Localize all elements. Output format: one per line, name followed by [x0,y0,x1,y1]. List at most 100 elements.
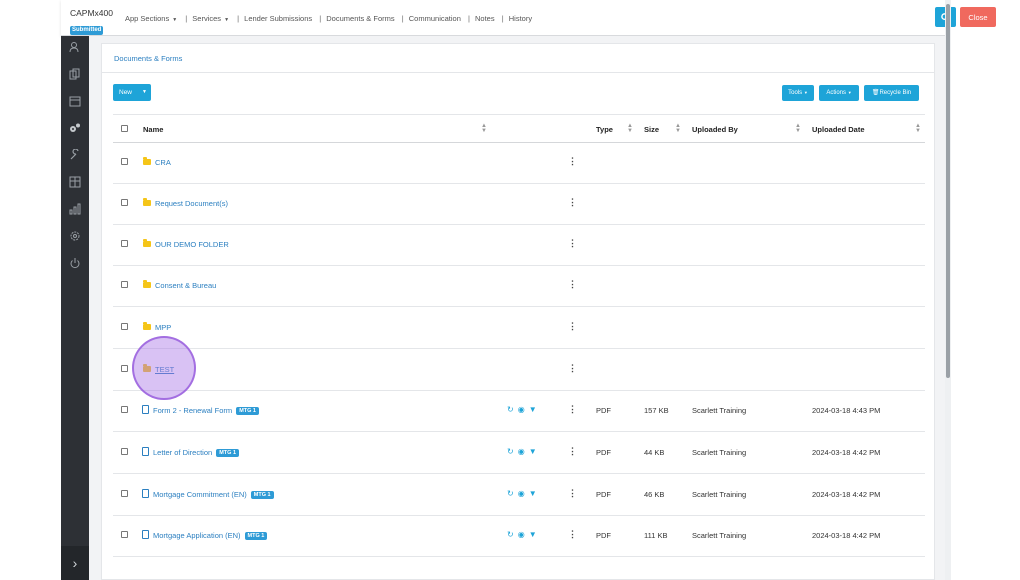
card-header: Documents & Forms [102,44,934,73]
table-row: Form 2 - Renewal Form MTG 1 ↻ ◉ ▼ ⋮ PDF 157… [113,391,925,432]
sort-icon[interactable]: ▲ ▼ [675,123,681,134]
row-checkbox[interactable] [121,281,128,288]
uploaded-date: 2024-03-18 4:42 PM [812,490,881,499]
folder-link[interactable]: MPP [155,323,171,332]
users-icon[interactable] [69,41,81,53]
folder-link[interactable]: CRA [155,158,171,167]
table-icon[interactable] [69,176,81,188]
mtg-badge: MTG 1 [236,407,259,415]
file-link[interactable]: Mortgage Commitment (EN) MTG 1 [153,490,274,499]
table-row: TEST ⋮ [113,350,925,391]
select-all-checkbox[interactable] [121,125,128,132]
header-size[interactable]: Size [644,125,659,134]
scrollbar[interactable] [945,0,951,580]
row-checkbox[interactable] [121,199,128,206]
download-icon[interactable]: ▼ [529,530,537,539]
refresh-icon[interactable]: ↻ [507,489,514,498]
actions-button[interactable]: Actions ▼ [819,85,859,101]
download-icon[interactable]: ▼ [529,447,537,456]
file-type: PDF [596,531,611,540]
close-button[interactable]: Close [960,7,996,27]
row-checkbox[interactable] [121,406,128,413]
file-link[interactable]: Mortgage Application (EN) MTG 1 [153,531,268,540]
eye-icon[interactable]: ◉ [518,489,525,498]
download-icon[interactable]: ▼ [529,405,537,414]
sort-icon[interactable]: ▲ ▼ [481,123,487,134]
more-options-icon[interactable]: ⋮ [568,321,577,332]
uploaded-date: 2024-03-18 4:42 PM [812,531,881,540]
more-options-icon[interactable]: ⋮ [568,529,577,540]
tools-button[interactable]: Tools ▼ [782,85,814,101]
mtg-badge: MTG 1 [244,532,268,540]
more-options-icon[interactable]: ⋮ [568,446,577,457]
gears-icon[interactable] [69,122,81,134]
eye-icon[interactable]: ◉ [518,447,525,456]
scrollbar-thumb[interactable] [946,4,950,378]
header-type[interactable]: Type [596,125,613,134]
file-icon [142,489,149,498]
sort-icon[interactable]: ▲ ▼ [915,123,921,134]
download-icon[interactable]: ▼ [529,489,537,498]
file-name: Form 2 - Renewal Form [153,406,233,415]
nav-services[interactable]: Services [192,14,221,23]
power-icon[interactable] [69,257,81,269]
refresh-icon[interactable]: ↻ [507,447,514,456]
mtg-badge: MTG 1 [216,449,240,457]
eye-icon[interactable]: ◉ [518,405,525,414]
table-row: CRA ⋮ [113,143,925,184]
more-options-icon[interactable]: ⋮ [568,279,577,290]
row-checkbox[interactable] [121,158,128,165]
recycle-bin-button[interactable]: 🗑Recycle Bin [864,85,919,101]
eye-icon[interactable]: ◉ [518,530,525,539]
row-checkbox[interactable] [121,531,128,538]
table-row: Mortgage Application (EN) MTG 1 ↻ ◉ ▼ ⋮ PDF… [113,516,925,557]
more-options-icon[interactable]: ⋮ [568,363,577,374]
sort-icon[interactable]: ▲ ▼ [627,123,633,134]
more-options-icon[interactable]: ⋮ [568,238,577,249]
nav-communication[interactable]: Communication [409,14,461,23]
app-brand[interactable]: CAPMx400 Submitted [70,8,113,36]
settings-icon[interactable] [69,230,81,242]
more-options-icon[interactable]: ⋮ [568,488,577,499]
row-checkbox[interactable] [121,240,128,247]
calendar-icon[interactable] [69,95,81,107]
nav-documents-forms[interactable]: Documents & Forms [326,14,394,23]
row-checkbox[interactable] [121,448,128,455]
chevron-right-icon[interactable]: › [61,546,89,580]
row-checkbox[interactable] [121,323,128,330]
folder-link[interactable]: Consent & Bureau [155,281,216,290]
row-checkbox[interactable] [121,490,128,497]
new-button-label: New [119,89,133,96]
header-name[interactable]: Name [143,125,163,134]
nav-history[interactable]: History [509,14,532,23]
folder-icon [143,280,151,288]
click-highlight [132,336,196,400]
folder-icon [143,198,151,206]
file-link[interactable]: Letter of Direction MTG 1 [153,448,240,457]
row-checkbox[interactable] [121,365,128,372]
nav-separator: | [237,14,240,23]
folder-link[interactable]: Request Document(s) [155,199,228,208]
header-uploaded-date[interactable]: Uploaded Date [812,125,865,134]
refresh-icon[interactable]: ↻ [507,530,514,539]
more-options-icon[interactable]: ⋮ [568,156,577,167]
sort-icon[interactable]: ▲ ▼ [795,123,801,134]
new-button[interactable]: New ▼ [113,84,151,101]
nav-app-sections[interactable]: App Sections [125,14,169,23]
refresh-icon[interactable]: ↻ [507,405,514,414]
header-uploaded-by[interactable]: Uploaded By [692,125,738,134]
file-link[interactable]: Form 2 - Renewal Form MTG 1 [153,406,259,415]
nav-lender-submissions[interactable]: Lender Submissions [244,14,312,23]
more-options-icon[interactable]: ⋮ [568,197,577,208]
wrench-icon[interactable] [69,149,81,161]
copy-icon[interactable] [69,68,81,80]
more-options-icon[interactable]: ⋮ [568,404,577,415]
nav-separator: | [401,14,404,23]
folder-icon [143,239,151,247]
table-row: OUR DEMO FOLDER ⋮ [113,225,925,266]
file-actions: ↻ ◉ ▼ [507,447,541,456]
bar-chart-icon[interactable] [69,203,81,215]
nav-separator: | [185,14,188,23]
folder-link[interactable]: OUR DEMO FOLDER [155,240,229,249]
nav-notes[interactable]: Notes [475,14,495,23]
